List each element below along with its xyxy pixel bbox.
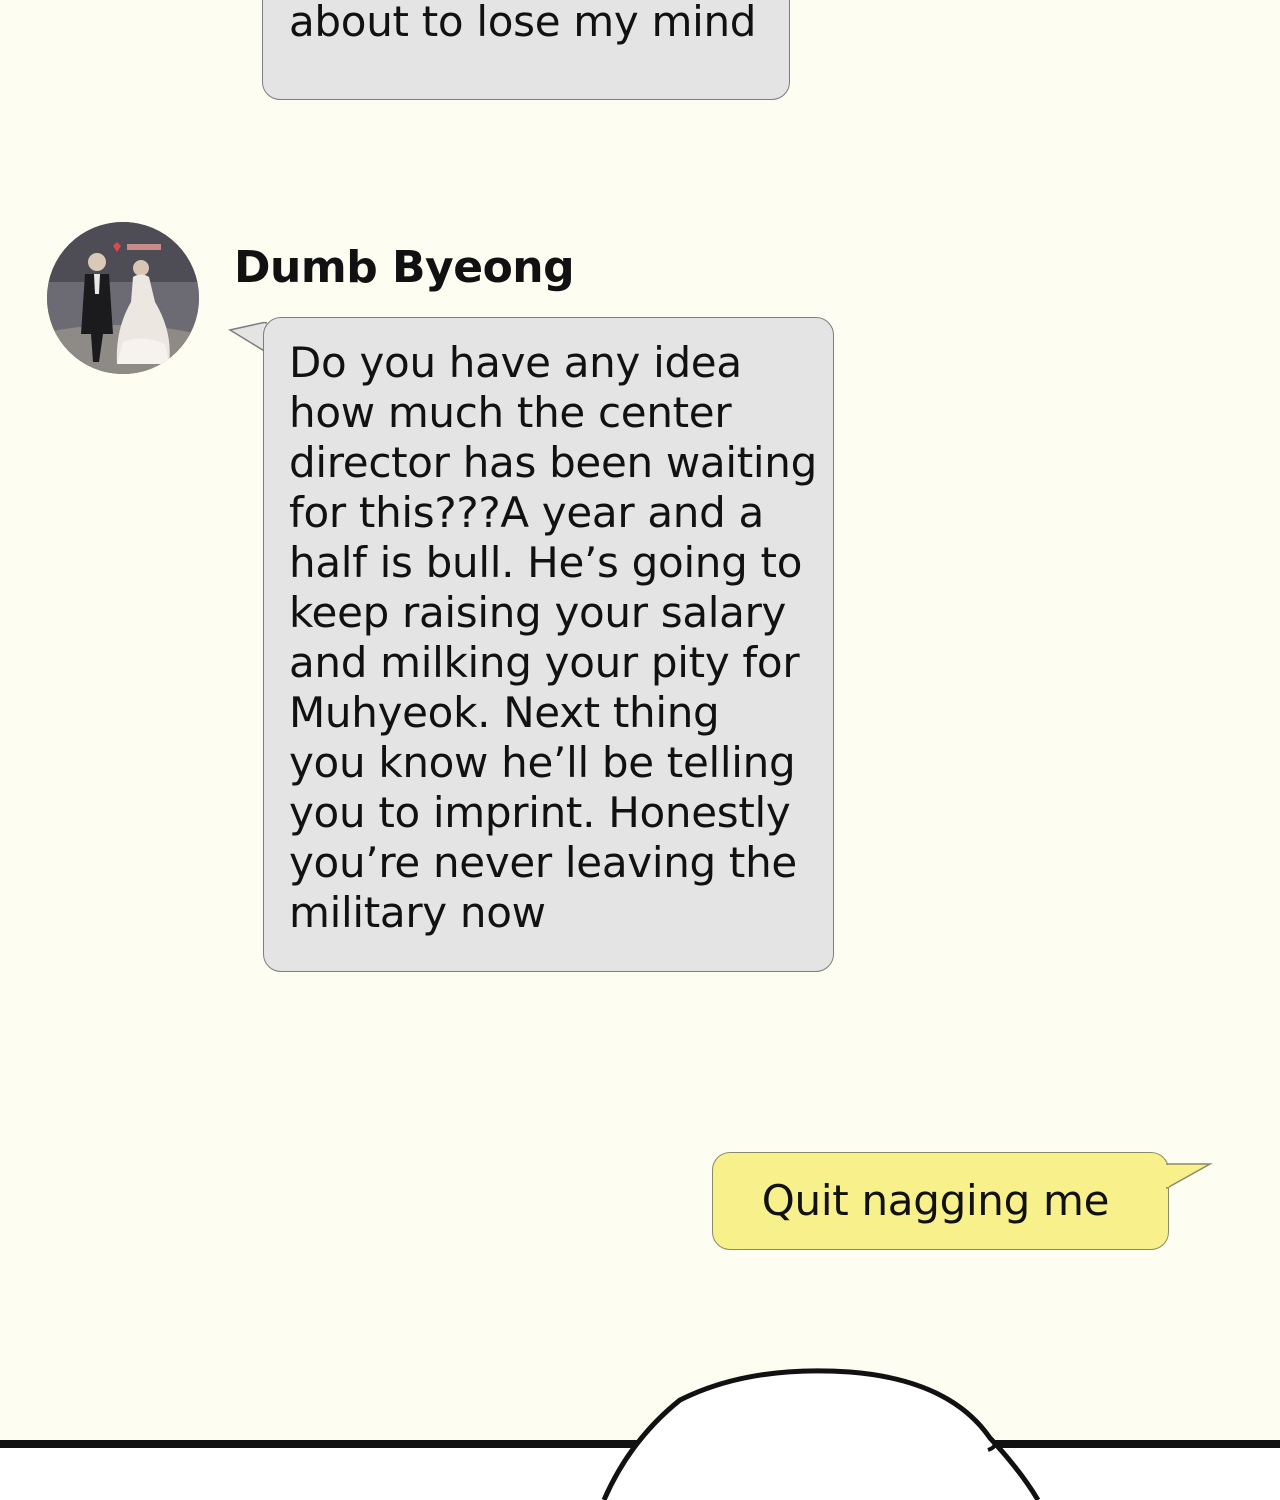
outgoing-message-text: Quit nagging me bbox=[761, 1176, 1110, 1225]
character-head-sketch bbox=[601, 1368, 1041, 1500]
incoming-bubble-tail bbox=[228, 322, 268, 354]
sender-avatar[interactable] bbox=[47, 222, 199, 374]
sender-name: Dumb Byeong bbox=[234, 242, 575, 293]
previous-message-bubble: about to lose my mind bbox=[262, 0, 790, 100]
outgoing-bubble-tail bbox=[1165, 1163, 1213, 1190]
wedding-couple-photo-icon bbox=[47, 222, 199, 374]
previous-message-text: about to lose my mind bbox=[289, 0, 757, 46]
outgoing-message-bubble: Quit nagging me bbox=[712, 1152, 1169, 1250]
incoming-message-bubble: Do you have any idea how much the center… bbox=[263, 317, 834, 972]
incoming-message-text: Do you have any idea how much the center… bbox=[289, 338, 817, 937]
